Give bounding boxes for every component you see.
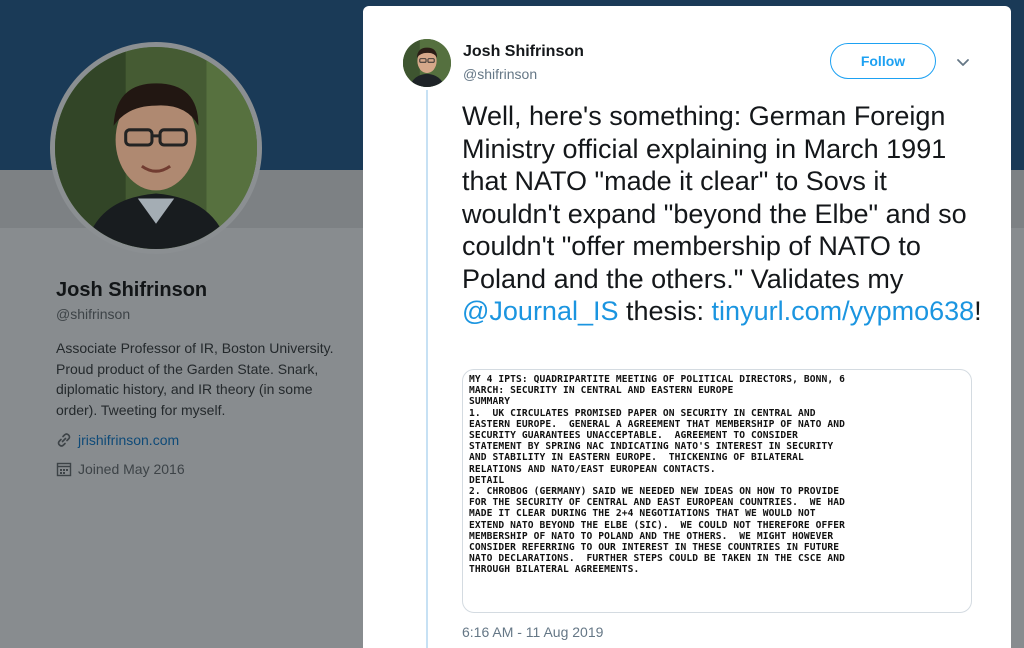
profile-handle[interactable]: @shifrinson	[56, 306, 130, 322]
follow-button[interactable]: Follow	[830, 43, 936, 79]
document-line: CONSIDER REFERRING TO OUR INTEREST IN TH…	[469, 542, 840, 554]
profile-website-link[interactable]: jrishifrinson.com	[78, 432, 179, 448]
author-avatar[interactable]	[403, 39, 451, 87]
tweet-timestamp[interactable]: 6:16 AM - 11 Aug 2019	[462, 624, 603, 640]
tweet-media-image[interactable]: MY 4 IPTS: QUADRIPARTITE MEETING OF POLI…	[462, 369, 972, 613]
profile-joined-text: Joined May 2016	[78, 461, 185, 477]
tweet-text-body: Well, here's something: German Foreign M…	[462, 101, 967, 294]
document-line: AND STABILITY IN EASTERN EUROPE. THICKEN…	[469, 452, 804, 464]
document-scan-text: MY 4 IPTS: QUADRIPARTITE MEETING OF POLI…	[469, 374, 969, 576]
document-line: MADE IT CLEAR DURING THE 2+4 NEGOTIATION…	[469, 508, 816, 520]
document-line: RELATIONS AND NATO/EAST EUROPEAN CONTACT…	[469, 463, 716, 475]
tweet-url-link[interactable]: tinyurl.com/yypmo638	[712, 296, 975, 326]
author-handle[interactable]: @shifrinson	[463, 66, 537, 82]
tweet-text-end: !	[974, 296, 982, 326]
document-line: 2. CHROBOG (GERMANY) SAID WE NEEDED NEW …	[469, 486, 840, 498]
profile-avatar[interactable]	[50, 42, 262, 254]
document-line: FOR THE SECURITY OF CENTRAL AND EAST EUR…	[469, 497, 846, 509]
document-line: SECURITY GUARANTEES UNACCEPTABLE. AGREEM…	[469, 430, 799, 442]
document-line: STATEMENT BY SPRING NAC INDICATING NATO'…	[469, 441, 834, 453]
tweet-card: Josh Shifrinson @shifrinson Follow Well,…	[363, 6, 1011, 648]
document-line: EXTEND NATO BEYOND THE ELBE (SIC). WE CO…	[469, 519, 846, 531]
document-line: THROUGH BILATERAL AGREEMENTS.	[469, 564, 640, 576]
document-line: NATO DECLARATIONS. FURTHER STEPS COULD B…	[469, 553, 846, 565]
mention-link[interactable]: @Journal_IS	[462, 296, 619, 326]
document-line: MY 4 IPTS: QUADRIPARTITE MEETING OF POLI…	[469, 374, 846, 385]
document-line: SUMMARY	[469, 396, 511, 408]
tweet-text-middle: thesis:	[618, 296, 712, 326]
author-name[interactable]: Josh Shifrinson	[463, 43, 584, 61]
document-line: DETAIL	[469, 474, 505, 486]
document-line: MEMBERSHIP OF NATO TO POLAND AND THE OTH…	[469, 530, 834, 542]
profile-website: jrishifrinson.com	[56, 432, 179, 448]
chevron-down-icon[interactable]	[955, 54, 971, 70]
document-line: EASTERN EUROPE. GENERAL A AGREEMENT THAT…	[469, 418, 846, 430]
profile-joined: Joined May 2016	[56, 461, 185, 477]
profile-bio: Associate Professor of IR, Boston Univer…	[56, 340, 334, 418]
thread-line	[426, 90, 428, 648]
document-line: 1. UK CIRCULATES PROMISED PAPER ON SECUR…	[469, 407, 816, 419]
tweet-text: Well, here's something: German Foreign M…	[462, 100, 987, 328]
calendar-icon	[56, 462, 72, 477]
document-line: MARCH: SECURITY IN CENTRAL AND EASTERN E…	[469, 385, 734, 397]
link-icon	[57, 433, 71, 447]
profile-name[interactable]: Josh Shifrinson	[56, 279, 207, 302]
